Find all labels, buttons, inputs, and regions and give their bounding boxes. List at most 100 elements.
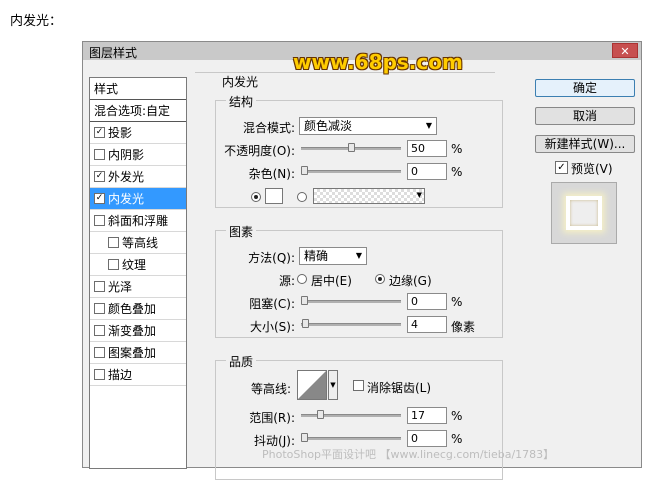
anti-alias-label: 消除锯齿(L) [367, 381, 432, 395]
noise-track [301, 170, 401, 173]
style-item[interactable]: 图案叠加 [90, 342, 186, 364]
contour-dropdown[interactable]: ▼ [328, 370, 338, 400]
contour-picker[interactable] [297, 370, 327, 400]
gradient-radio[interactable] [297, 192, 307, 202]
style-item-label: 内阴影 [108, 148, 145, 162]
noise-thumb[interactable] [301, 166, 308, 175]
source-center-label: 居中(E) [311, 274, 352, 288]
style-item[interactable]: 斜面和浮雕 [90, 210, 186, 232]
color-radio[interactable] [251, 192, 261, 202]
jitter-percent: % [451, 432, 463, 446]
preview-thumbnail [551, 182, 617, 244]
range-track [301, 414, 401, 417]
noise-percent: % [451, 165, 463, 179]
range-percent: % [451, 409, 463, 423]
chevron-down-icon: ▼ [355, 251, 362, 260]
opacity-input[interactable]: 50 [407, 140, 447, 157]
size-slider[interactable] [301, 319, 401, 333]
style-checkbox[interactable] [94, 303, 105, 314]
page-caption: 内发光： [10, 14, 63, 29]
source-edge-label: 边缘(G) [389, 274, 432, 288]
contour-curve-icon [298, 371, 326, 399]
range-input[interactable]: 17 [407, 407, 447, 424]
close-button[interactable]: ✕ [612, 43, 638, 58]
style-checkbox[interactable]: ✓ [94, 193, 105, 204]
style-item-label: 投影 [108, 126, 133, 140]
gradient-picker[interactable]: ▼ [313, 188, 425, 204]
range-slider[interactable] [301, 410, 401, 424]
style-list: 样式 混合选项:自定 ✓ 投影 内阴影 ✓ 外发光 ✓ 内发光 斜面和浮雕 等高线 纹理 光泽 颜色叠… [89, 77, 187, 469]
blend-mode-value: 颜色减淡 [304, 119, 353, 133]
choke-label: 阻塞(C): [249, 297, 295, 311]
style-item[interactable]: ✓ 外发光 [90, 166, 186, 188]
cancel-button[interactable]: 取消 [535, 107, 635, 125]
style-checkbox[interactable]: ✓ [94, 127, 105, 138]
source-center-radio[interactable] [297, 274, 307, 284]
style-item-label: 纹理 [122, 258, 147, 272]
style-item-label: 外发光 [108, 170, 145, 184]
noise-slider[interactable] [301, 166, 401, 180]
preview-checkbox[interactable]: ✓ [555, 161, 568, 174]
blend-mode-select[interactable]: 颜色减淡 ▼ [299, 117, 437, 135]
style-checkbox[interactable] [94, 215, 105, 226]
style-item[interactable]: ✓ 投影 [90, 122, 186, 144]
dialog-title: 图层样式 [89, 46, 138, 60]
size-input[interactable]: 4 [407, 316, 447, 333]
noise-label: 杂色(N): [248, 167, 295, 181]
panel-title: 内发光 [219, 73, 262, 90]
layer-style-dialog: 图层样式 ✕ 样式 混合选项:自定 ✓ 投影 内阴影 ✓ 外发光 ✓ 内发光 斜面和浮雕 等高线… [82, 41, 642, 480]
style-checkbox[interactable] [94, 325, 105, 336]
size-unit: 像素 [451, 320, 476, 334]
style-item-label: 图案叠加 [108, 346, 157, 360]
choke-input[interactable]: 0 [407, 293, 447, 310]
style-item[interactable]: 纹理 [90, 254, 186, 276]
jitter-thumb[interactable] [301, 433, 308, 442]
opacity-label: 不透明度(O): [224, 144, 295, 158]
elements-group-title: 图素 [226, 223, 257, 240]
choke-slider[interactable] [301, 296, 401, 310]
jitter-input[interactable]: 0 [407, 430, 447, 447]
style-item-label: 颜色叠加 [108, 302, 157, 316]
blending-options-item[interactable]: 混合选项:自定 [90, 100, 186, 122]
structure-group-title: 结构 [226, 93, 257, 110]
style-item[interactable]: 等高线 [90, 232, 186, 254]
range-label: 范围(R): [249, 411, 295, 425]
style-item-label: 等高线 [122, 236, 159, 250]
noise-input[interactable]: 0 [407, 163, 447, 180]
style-checkbox[interactable] [108, 259, 119, 270]
style-item[interactable]: 渐变叠加 [90, 320, 186, 342]
source-label: 源: [278, 274, 295, 288]
style-item-label: 光泽 [108, 280, 133, 294]
choke-thumb[interactable] [301, 296, 308, 305]
style-item[interactable]: 光泽 [90, 276, 186, 298]
range-thumb[interactable] [317, 410, 324, 419]
ok-button[interactable]: 确定 [535, 79, 635, 97]
size-thumb[interactable] [302, 319, 309, 328]
opacity-slider[interactable] [301, 143, 401, 157]
preview-glow-shape [566, 196, 602, 230]
style-checkbox[interactable] [108, 237, 119, 248]
chevron-down-icon: ▼ [416, 191, 422, 199]
quality-group-title: 品质 [226, 353, 257, 370]
style-list-header[interactable]: 样式 [90, 78, 186, 100]
anti-alias-checkbox[interactable] [353, 380, 364, 391]
glow-color-swatch[interactable] [265, 188, 283, 204]
source-edge-radio[interactable] [375, 274, 385, 284]
style-item[interactable]: 描边 [90, 364, 186, 386]
style-item[interactable]: 颜色叠加 [90, 298, 186, 320]
method-label: 方法(Q): [248, 251, 295, 265]
style-checkbox[interactable] [94, 369, 105, 380]
opacity-thumb[interactable] [348, 143, 355, 152]
style-checkbox[interactable]: ✓ [94, 171, 105, 182]
choke-percent: % [451, 295, 463, 309]
new-style-button[interactable]: 新建样式(W)... [535, 135, 635, 153]
style-checkbox[interactable] [94, 149, 105, 160]
style-item[interactable]: 内阴影 [90, 144, 186, 166]
method-select[interactable]: 精确 ▼ [299, 247, 367, 265]
size-label: 大小(S): [249, 320, 295, 334]
style-checkbox[interactable] [94, 281, 105, 292]
style-item[interactable]: ✓ 内发光 [90, 188, 186, 210]
style-checkbox[interactable] [94, 347, 105, 358]
opacity-percent: % [451, 142, 463, 156]
site-watermark-logo: www.68ps.com [293, 50, 463, 74]
